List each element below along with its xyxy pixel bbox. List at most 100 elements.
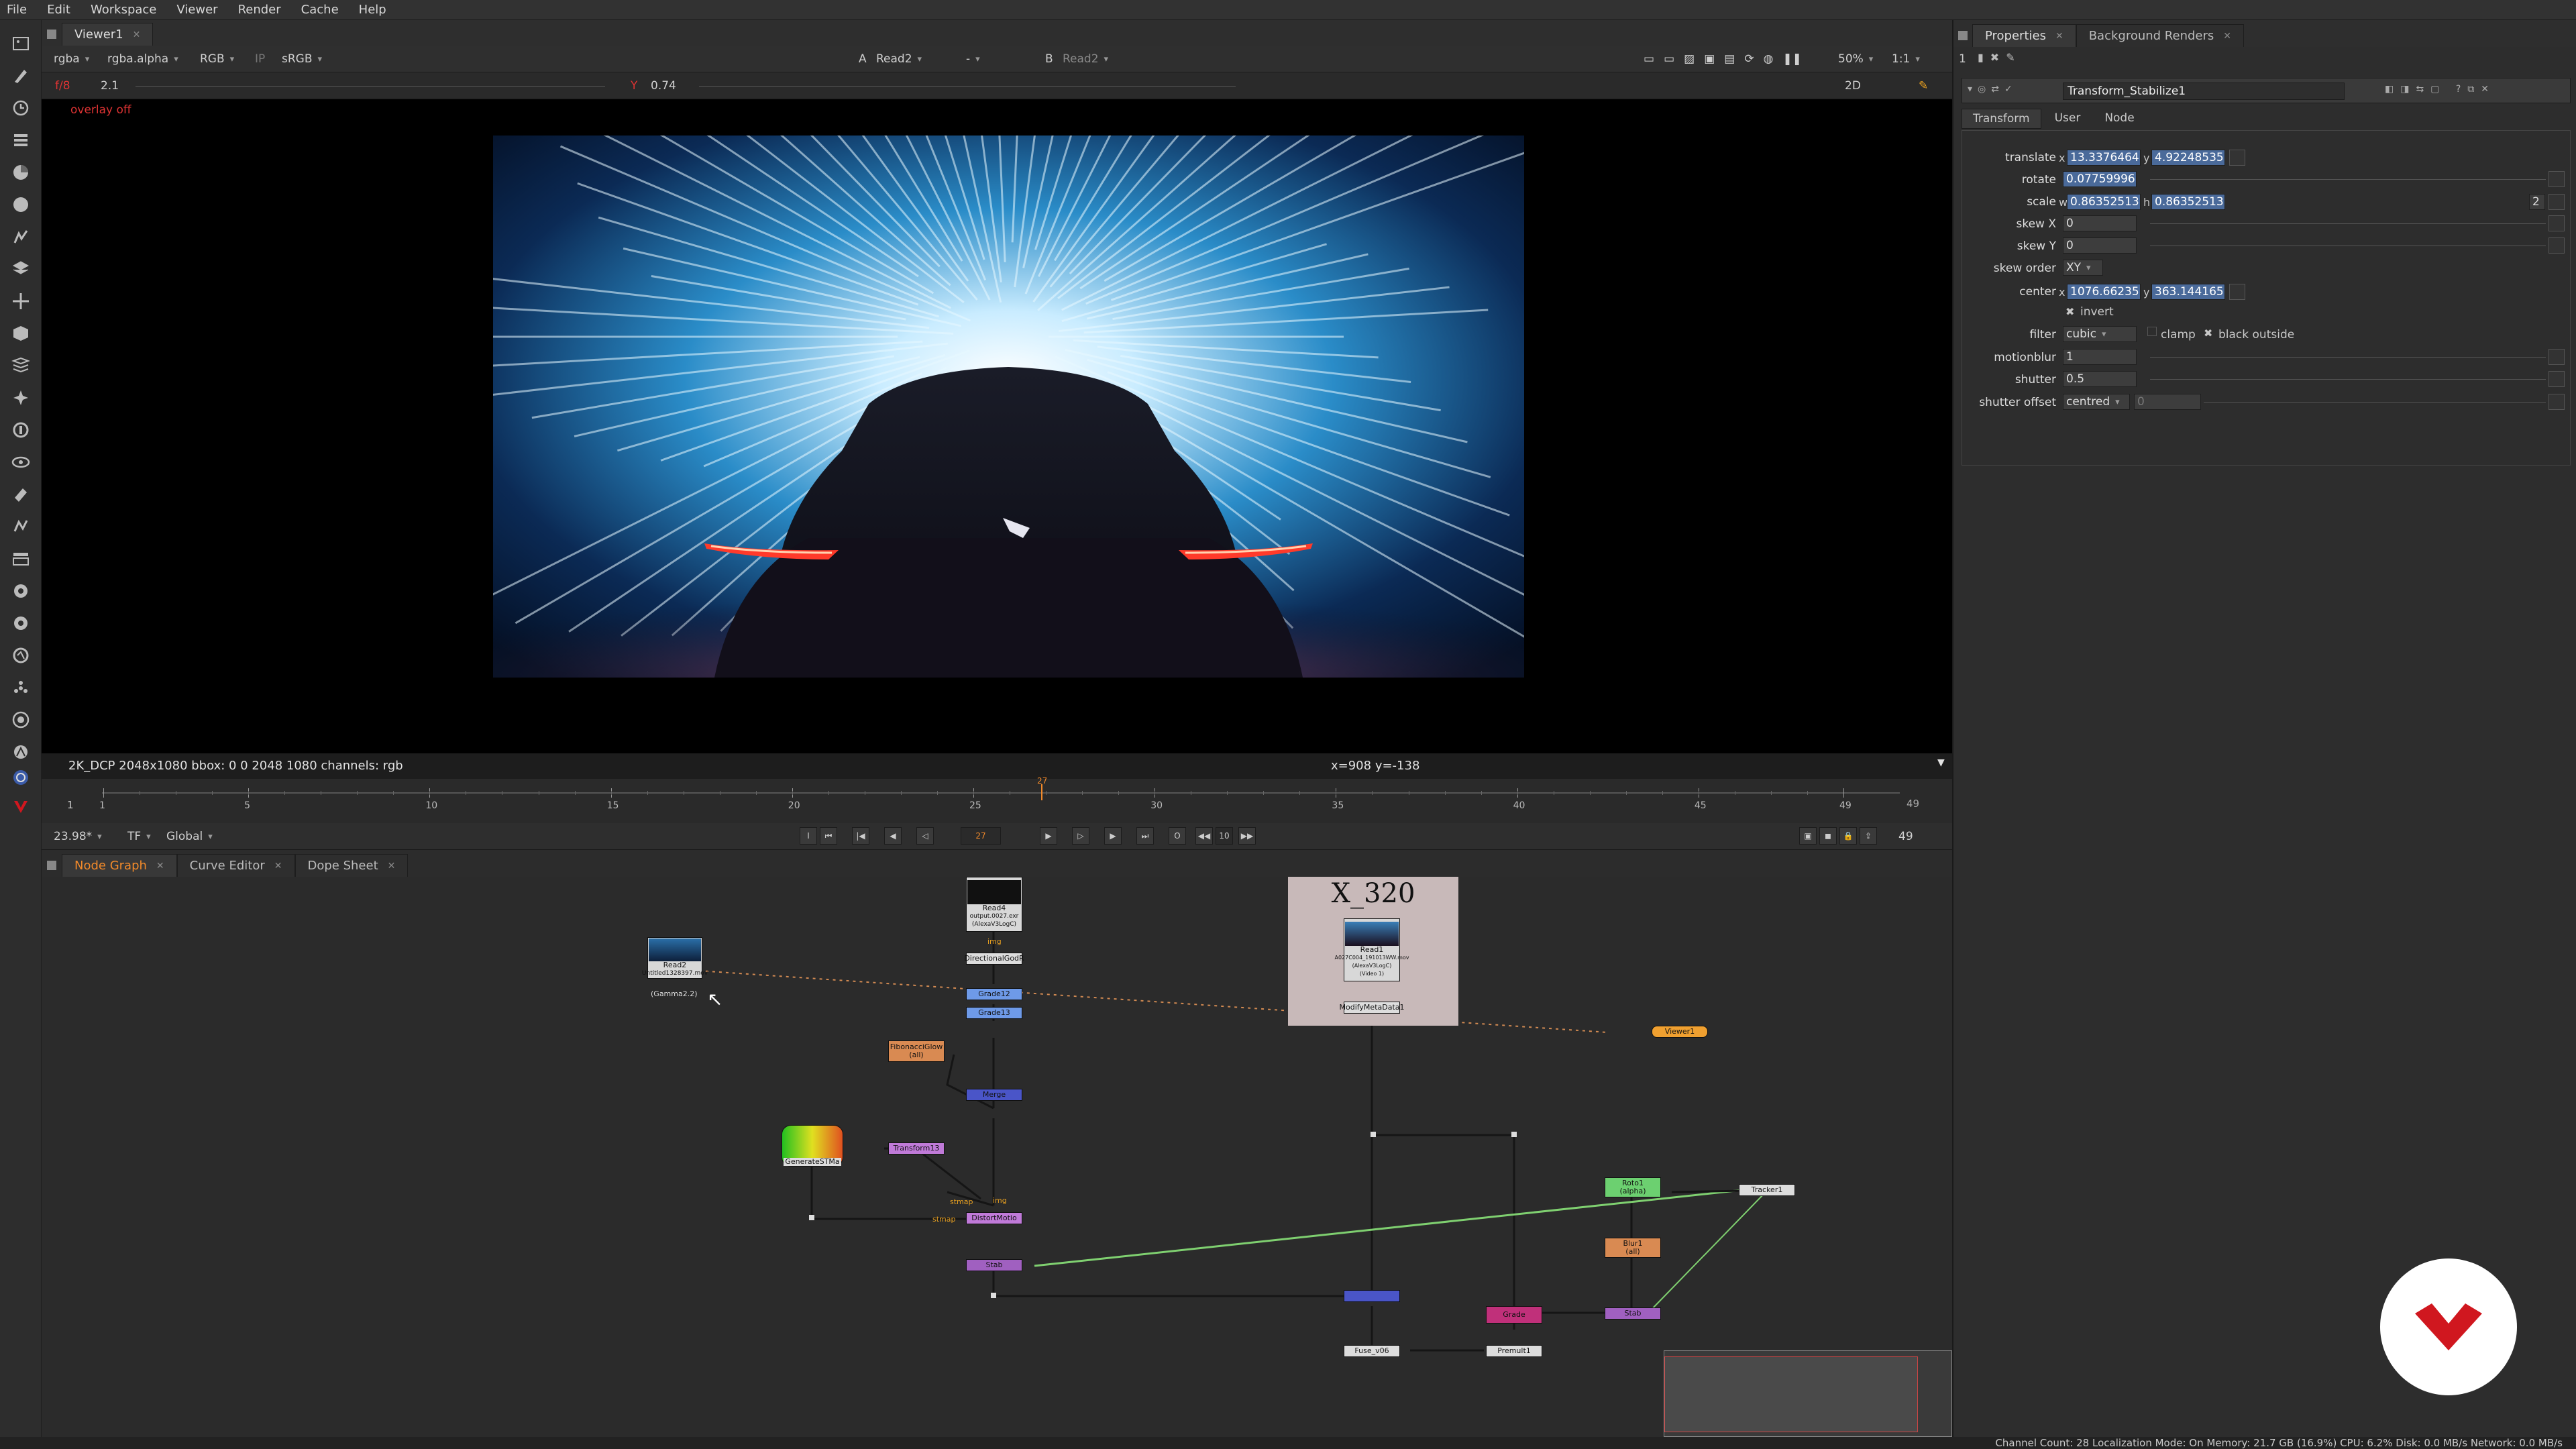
menu-edit[interactable]: Edit <box>47 3 70 17</box>
invert-checkbox[interactable]: ✖ <box>2065 305 2074 318</box>
image-icon[interactable] <box>9 32 32 55</box>
stab2-node[interactable]: Stab <box>1605 1307 1661 1320</box>
viewer1-node[interactable]: Viewer1 <box>1652 1026 1708 1038</box>
pause-icon[interactable]: ❚❚ <box>1782 52 1802 66</box>
node-graph-minimap[interactable] <box>1664 1350 1952 1437</box>
export-icon[interactable]: ⇪ <box>1860 827 1877 845</box>
generate-icon[interactable] <box>9 676 32 699</box>
other-icon[interactable] <box>9 451 32 474</box>
animation-icon[interactable] <box>2548 349 2565 365</box>
prev-increment-button[interactable]: ◀ <box>884 827 902 845</box>
motionblur-field[interactable]: 1 <box>2063 349 2137 365</box>
metadata-icon[interactable] <box>9 386 32 409</box>
animation-icon[interactable] <box>2548 171 2565 187</box>
tab-viewer1[interactable]: Viewer1 ✕ <box>62 23 154 46</box>
zoom-dropdown[interactable]: 50% <box>1833 50 1878 68</box>
shutter-offset-field[interactable]: 0 <box>2134 394 2201 410</box>
next-frame-button[interactable]: ▷ <box>1072 827 1089 845</box>
proxy-icon[interactable]: ▣ <box>1704 52 1715 66</box>
directional-godrays-node[interactable]: DirectionalGodR <box>964 953 1024 965</box>
skewx-field[interactable]: 0 <box>2063 215 2137 231</box>
input-b-dropdown[interactable]: Read2 <box>1057 50 1114 68</box>
menu-cache[interactable]: Cache <box>301 3 339 17</box>
draw-icon[interactable] <box>9 64 32 87</box>
fibonacci-glow-node[interactable]: FibonacciGlow (all) <box>888 1040 945 1062</box>
read2-node[interactable]: Read2 Untitled1328397.mov <box>642 937 708 979</box>
gain-field[interactable]: 0.74 <box>645 77 682 95</box>
ip-toggle[interactable]: IP <box>250 50 270 68</box>
animation-icon[interactable] <box>2548 371 2565 387</box>
proxy-dropdown[interactable]: 1:1 <box>1886 50 1925 68</box>
playhead[interactable] <box>1041 784 1042 800</box>
premult1-node[interactable]: Premult1 <box>1486 1345 1542 1357</box>
dot-node[interactable] <box>809 1215 814 1220</box>
end-frame-field[interactable]: 49 <box>1893 828 1919 845</box>
ocula-icon[interactable] <box>9 515 32 538</box>
lock-icon[interactable]: 🔒 <box>1839 827 1857 845</box>
prev-frame-button[interactable]: ◁ <box>916 827 934 845</box>
generate-stmap-node[interactable]: GenerateSTMa <box>782 1125 843 1167</box>
subtab-transform[interactable]: Transform <box>1962 109 2041 129</box>
filter-icon[interactable] <box>9 193 32 216</box>
next-increment-button[interactable]: ▶ <box>1104 827 1122 845</box>
menu-file[interactable]: File <box>7 3 27 17</box>
first-frame-button[interactable]: ⏮ <box>820 827 837 845</box>
gamma-field[interactable]: 2.1 <box>95 77 124 95</box>
downrez-icon[interactable]: ▤ <box>1724 52 1735 66</box>
close-icon[interactable]: ✕ <box>388 861 396 871</box>
grade-pink-node[interactable]: Grade <box>1486 1306 1542 1324</box>
node-graph-canvas[interactable]: X_320 Read2 Untitled1328397.mov (Gamma2.… <box>42 877 1952 1437</box>
loop-icon[interactable]: ▣ <box>1799 827 1817 845</box>
paint-icon[interactable]: ✎ <box>1913 77 1933 95</box>
menu-viewer[interactable]: Viewer <box>176 3 217 17</box>
panel-count-field[interactable]: 1 <box>1959 52 1966 66</box>
node-header-icons[interactable]: ▾◎⇄✓ <box>1968 84 2018 95</box>
modeler-icon[interactable] <box>9 644 32 667</box>
gain-slider[interactable] <box>699 86 1236 87</box>
merge2-node[interactable] <box>1344 1290 1400 1302</box>
animation-icon[interactable] <box>2548 394 2565 410</box>
out-point-button[interactable]: O <box>1169 827 1186 845</box>
modify-metadata-node[interactable]: ModifyMetaData1 <box>1339 1002 1405 1014</box>
transform-icon[interactable] <box>9 290 32 313</box>
dot-node[interactable] <box>1511 1132 1517 1137</box>
furnace-icon[interactable] <box>9 483 32 506</box>
close-icon[interactable]: ✕ <box>274 861 282 871</box>
blur1-node[interactable]: Blur1 (all) <box>1605 1238 1661 1258</box>
wipe-mode-dropdown[interactable]: - <box>961 50 1028 68</box>
views-icon[interactable] <box>9 354 32 377</box>
roi-icon[interactable]: ▭ <box>1644 52 1654 66</box>
clipping-icon[interactable]: ▨ <box>1684 52 1695 66</box>
motionblur-slider[interactable] <box>2150 349 2546 365</box>
tab-properties[interactable]: Properties ✕ <box>1972 24 2076 47</box>
color-icon[interactable] <box>9 161 32 184</box>
dot-node[interactable] <box>991 1293 996 1298</box>
stab-node[interactable]: Stab <box>966 1259 1022 1271</box>
center-x-field[interactable]: 1076.66235 <box>2067 284 2141 300</box>
close-icon[interactable]: ✕ <box>2223 31 2231 42</box>
tab-curve-editor[interactable]: Curve Editor ✕ <box>176 854 295 877</box>
shutter-field[interactable]: 0.5 <box>2063 371 2137 387</box>
subtab-node[interactable]: Node <box>2094 109 2145 129</box>
read4-node[interactable]: Read4 output.0027.exr (AlexaV3LogC) <box>966 877 1022 932</box>
shutter-slider[interactable] <box>2150 371 2546 387</box>
fstop-field[interactable]: f/8 <box>50 77 76 95</box>
node-header-actions[interactable]: ◧◨⇆▢ ?⧉✕ <box>2385 84 2496 95</box>
refresh-icon[interactable]: ⟳ <box>1744 52 1754 66</box>
read1-node[interactable]: Read1 A027C004_191013WW.mov (AlexaV3LogC… <box>1335 918 1409 981</box>
center-y-field[interactable]: 363.144165 <box>2151 284 2225 300</box>
keyer-icon[interactable] <box>9 225 32 248</box>
black-outside-checkbox[interactable]: ✖ <box>2204 327 2212 339</box>
animation-icon[interactable] <box>2229 284 2245 300</box>
skewy-slider[interactable] <box>2150 237 2546 254</box>
fuse-node[interactable]: Fuse_v06 <box>1344 1345 1400 1357</box>
skip-back-button[interactable]: ◀◀ <box>1195 827 1213 845</box>
tab-background-renders[interactable]: Background Renders ✕ <box>2076 24 2245 47</box>
menu-workspace[interactable]: Workspace <box>91 3 156 17</box>
close-icon[interactable]: ✕ <box>2055 31 2063 42</box>
3d-icon[interactable] <box>9 322 32 345</box>
display-channel-dropdown[interactable]: RGB <box>195 50 239 68</box>
distort-motion-node[interactable]: DistortMotio <box>966 1212 1022 1224</box>
animation-icon[interactable] <box>2548 194 2565 210</box>
range-dropdown[interactable]: Global <box>161 828 218 845</box>
